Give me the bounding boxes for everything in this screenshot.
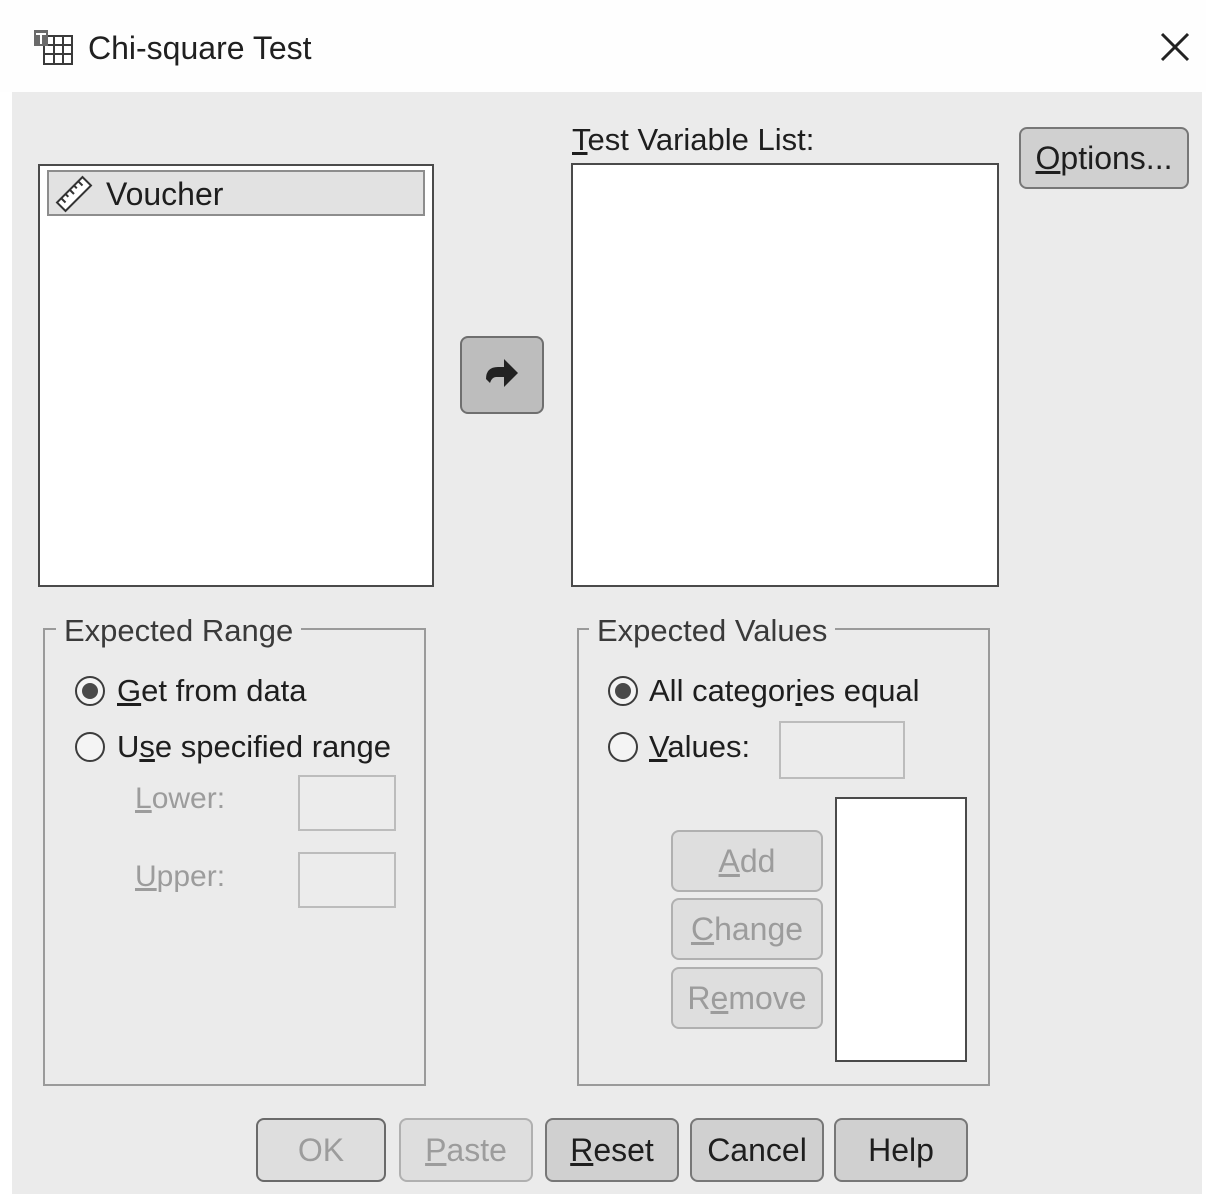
get-from-data-radio[interactable] (75, 676, 105, 706)
all-categories-equal-radio[interactable] (608, 676, 638, 706)
remove-button[interactable]: Re move (671, 967, 823, 1029)
get-from-data-label[interactable]: Get from data (117, 673, 307, 709)
paste-button[interactable]: Paste (399, 1118, 533, 1182)
values-label[interactable]: Values: (649, 729, 750, 765)
move-to-test-list-button[interactable] (460, 336, 544, 414)
radio-selected-dot (82, 683, 98, 699)
test-variable-list[interactable] (571, 163, 999, 587)
cancel-button[interactable]: Cancel (690, 1118, 824, 1182)
close-icon[interactable] (1150, 26, 1198, 70)
list-item[interactable] (47, 170, 425, 216)
window-title: Chi-square Test (88, 30, 312, 66)
source-variable-list[interactable] (38, 164, 434, 587)
expected-values-list[interactable] (835, 797, 967, 1062)
chi-square-dialog-icon (32, 28, 76, 68)
reset-button[interactable]: Reset (545, 1118, 679, 1182)
upper-field[interactable] (298, 852, 396, 908)
use-specified-range-radio[interactable] (75, 732, 105, 762)
scale-variable-ruler-icon (54, 174, 94, 214)
help-button[interactable]: Help (834, 1118, 968, 1182)
variable-label-voucher: Voucher (106, 176, 224, 212)
expected-values-legend: Expected Values (589, 613, 836, 649)
expected-range-legend: Expected Range (56, 613, 302, 649)
options-button[interactable]: Options... (1019, 127, 1189, 189)
lower-field[interactable] (298, 775, 396, 831)
values-radio[interactable] (608, 732, 638, 762)
right-arrow-icon (480, 353, 524, 398)
change-button[interactable]: Change (671, 898, 823, 960)
values-input[interactable] (779, 721, 905, 779)
test-variable-list-label: Test Variable List: (572, 122, 815, 157)
add-button[interactable]: Add (671, 830, 823, 892)
all-categories-equal-label[interactable]: All categories equal (649, 673, 920, 709)
radio-selected-dot (615, 683, 631, 699)
lower-label: Lower: (135, 782, 226, 815)
upper-label: Upper: (135, 860, 226, 893)
use-specified-range-label[interactable]: Use specified range (117, 729, 391, 765)
ok-button[interactable]: OK (256, 1118, 386, 1182)
